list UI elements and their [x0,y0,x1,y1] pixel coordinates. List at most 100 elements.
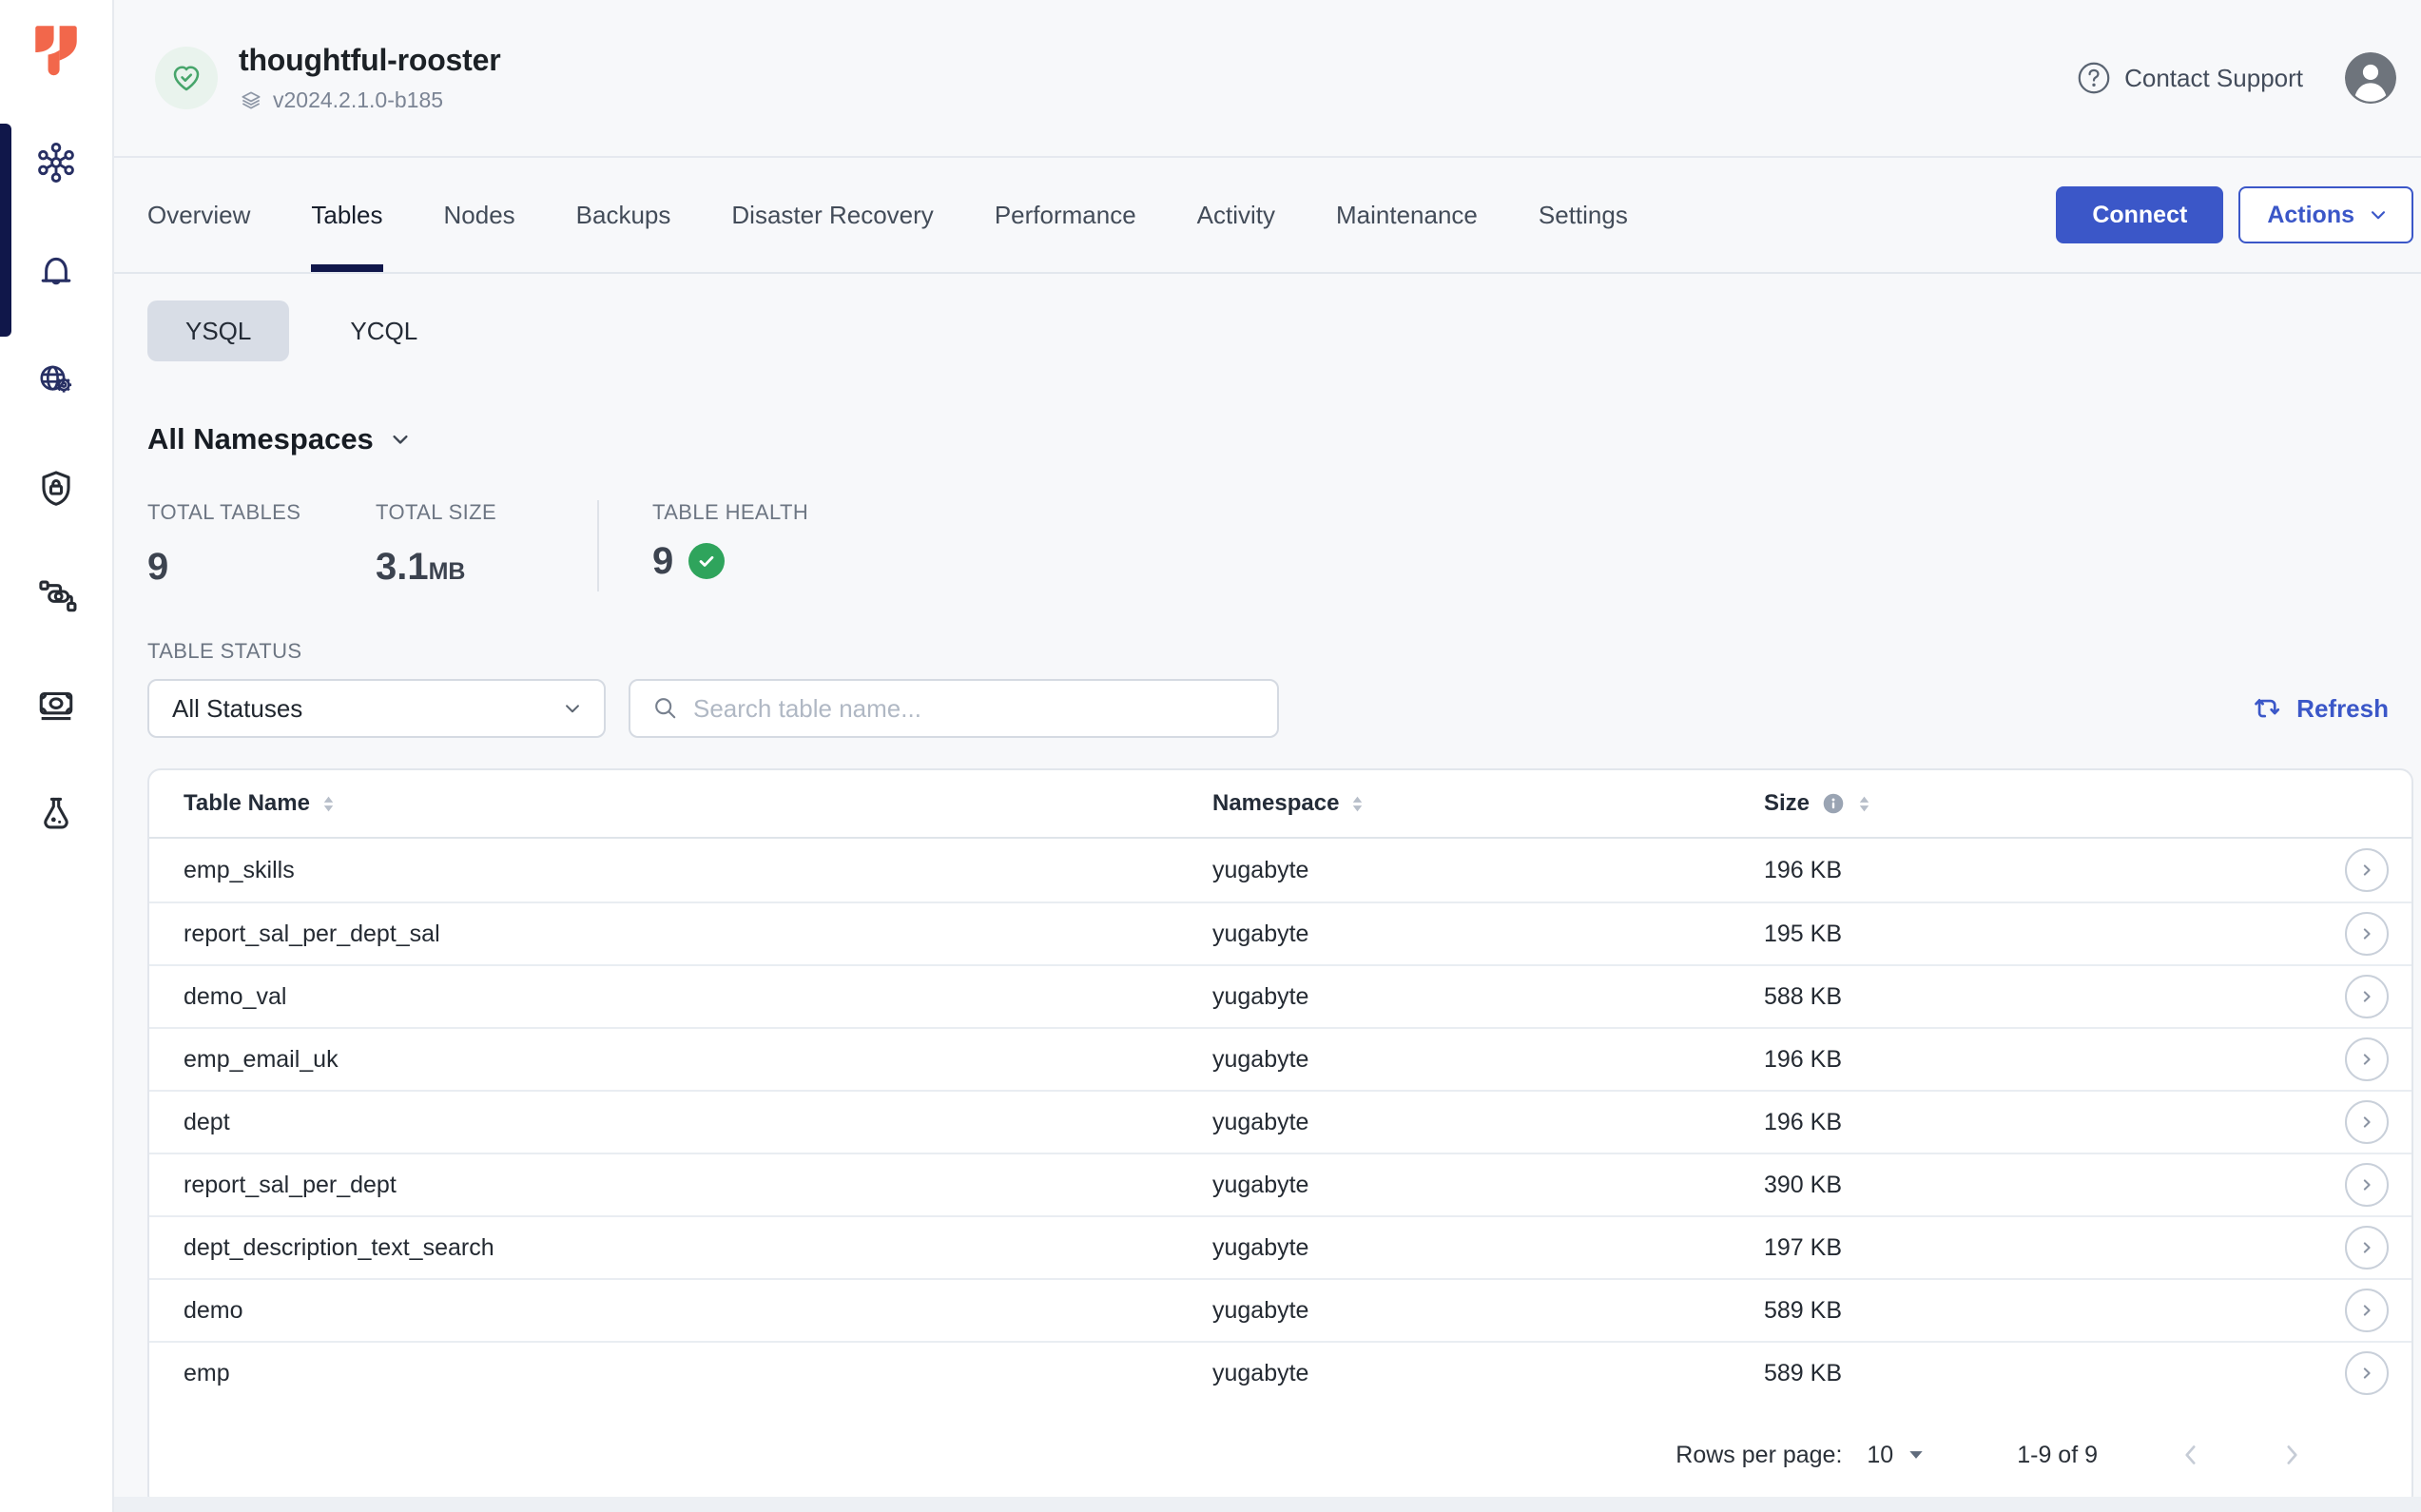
row-detail-button[interactable] [2345,1289,2389,1332]
table-body: emp_skills yugabyte 196 KB report_sal_pe… [149,839,2411,1404]
page: thoughtful-rooster v2024.2.1.0-b185 [0,0,2421,1512]
cell-table-name: emp_skills [184,857,1212,884]
cell-namespace: yugabyte [1212,1360,1764,1387]
table-row[interactable]: demo_val yugabyte 588 KB [149,964,2411,1027]
contact-support-button[interactable]: Contact Support [2077,61,2303,95]
chevron-right-icon [2355,1111,2378,1134]
heart-check-icon [169,61,203,95]
table-row[interactable]: dept_description_text_search yugabyte 19… [149,1215,2411,1278]
chevron-right-icon [2355,859,2378,882]
column-label: Namespace [1212,790,1339,817]
row-detail-button[interactable] [2345,1100,2389,1144]
row-detail-button[interactable] [2345,1351,2389,1395]
status-select[interactable]: All Statuses [147,679,606,738]
stat-value: 9 [147,548,376,586]
topbar: thoughtful-rooster v2024.2.1.0-b185 [114,0,2421,158]
shield-lock-icon[interactable] [34,466,78,510]
cell-size: 588 KB [1764,983,2332,1011]
chevron-left-icon [2176,1440,2206,1470]
status-select-value: All Statuses [172,694,302,724]
tab-maintenance[interactable]: Maintenance [1336,158,1478,272]
version-row: v2024.2.1.0-b185 [239,87,500,113]
toggle-ycql[interactable]: YCQL [312,300,455,361]
table-row[interactable]: report_sal_per_dept_sal yugabyte 195 KB [149,901,2411,964]
rows-per-page-label: Rows per page: [1675,1442,1842,1469]
refresh-button[interactable]: Refresh [2251,692,2389,725]
tab-performance[interactable]: Performance [995,158,1136,272]
chevron-right-icon [2355,1362,2378,1385]
connect-button[interactable]: Connect [2056,186,2223,243]
yugabyte-logo-icon[interactable] [29,19,84,78]
task-flow-icon[interactable] [34,574,78,618]
row-detail-button[interactable] [2345,1037,2389,1081]
row-detail-button[interactable] [2345,1163,2389,1207]
labs-flask-icon[interactable] [34,791,78,835]
sidebar-icons [34,141,78,835]
cell-namespace: yugabyte [1212,1172,1764,1199]
namespace-selector[interactable]: All Namespaces [147,422,2413,456]
cluster-name: thoughtful-rooster [239,43,500,78]
tab-backups[interactable]: Backups [576,158,671,272]
table-row[interactable]: emp yugabyte 589 KB [149,1341,2411,1404]
filter-row: All Statuses [147,679,2413,738]
cell-size: 196 KB [1764,1109,2332,1136]
cell-namespace: yugabyte [1212,857,1764,884]
cell-table-name: demo_val [184,983,1212,1011]
tab-disaster-recovery[interactable]: Disaster Recovery [731,158,933,272]
sidebar-active-indicator [0,124,11,337]
info-icon [1821,791,1846,816]
tab-nodes[interactable]: Nodes [444,158,515,272]
table-row[interactable]: emp_email_uk yugabyte 196 KB [149,1027,2411,1090]
user-avatar[interactable] [2345,52,2396,104]
toggle-ysql[interactable]: YSQL [147,300,289,361]
actions-button[interactable]: Actions [2238,186,2413,243]
stat-total-size: TOTAL SIZE 3.1MB [376,500,597,586]
page-range: 1-9 of 9 [2017,1442,2098,1469]
table-row[interactable]: dept yugabyte 196 KB [149,1090,2411,1153]
row-detail-button[interactable] [2345,975,2389,1018]
billing-icon[interactable] [34,683,78,727]
table-row[interactable]: demo yugabyte 589 KB [149,1278,2411,1341]
rows-per-page-select[interactable]: 10 [1867,1442,1926,1469]
tables-card: Table Name Namespace [147,768,2413,1508]
table-row[interactable]: report_sal_per_dept yugabyte 390 KB [149,1153,2411,1215]
cell-namespace: yugabyte [1212,1046,1764,1074]
row-detail-button[interactable] [2345,912,2389,956]
alerts-bell-icon[interactable] [34,249,78,293]
table-row[interactable]: emp_skills yugabyte 196 KB [149,839,2411,901]
stat-table-health: TABLE HEALTH 9 [652,500,808,580]
cluster-titles: thoughtful-rooster v2024.2.1.0-b185 [239,43,500,113]
column-header-namespace[interactable]: Namespace [1212,790,1764,817]
cell-namespace: yugabyte [1212,983,1764,1011]
cell-namespace: yugabyte [1212,1109,1764,1136]
universe-icon[interactable] [34,141,78,184]
chevron-right-icon [2355,1048,2378,1071]
main: thoughtful-rooster v2024.2.1.0-b185 [114,0,2421,1512]
layers-icon [239,88,263,113]
tab-activity[interactable]: Activity [1197,158,1275,272]
size-unit: MB [429,558,466,585]
globe-settings-icon[interactable] [34,358,78,401]
sidebar [0,0,114,1512]
column-header-table-name[interactable]: Table Name [184,790,1212,817]
sort-icon [1857,794,1871,814]
column-header-size[interactable]: Size [1764,790,2332,817]
cell-table-name: demo [184,1297,1212,1325]
stat-value: 9 [652,542,673,580]
health-check-icon [688,543,725,579]
cell-size: 195 KB [1764,921,2332,948]
rows-per-page-value: 10 [1867,1442,1893,1469]
cell-table-name: report_sal_per_dept_sal [184,921,1212,948]
previous-page-button[interactable] [2176,1440,2206,1470]
search-input[interactable] [693,681,1277,736]
cell-namespace: yugabyte [1212,921,1764,948]
row-detail-button[interactable] [2345,848,2389,892]
row-detail-button[interactable] [2345,1226,2389,1270]
cell-size: 196 KB [1764,1046,2332,1074]
help-icon [2077,61,2111,95]
tab-overview[interactable]: Overview [147,158,250,272]
tab-tables[interactable]: Tables [311,158,382,272]
chevron-right-icon [2355,922,2378,945]
next-page-button[interactable] [2276,1440,2307,1470]
tab-settings[interactable]: Settings [1539,158,1628,272]
